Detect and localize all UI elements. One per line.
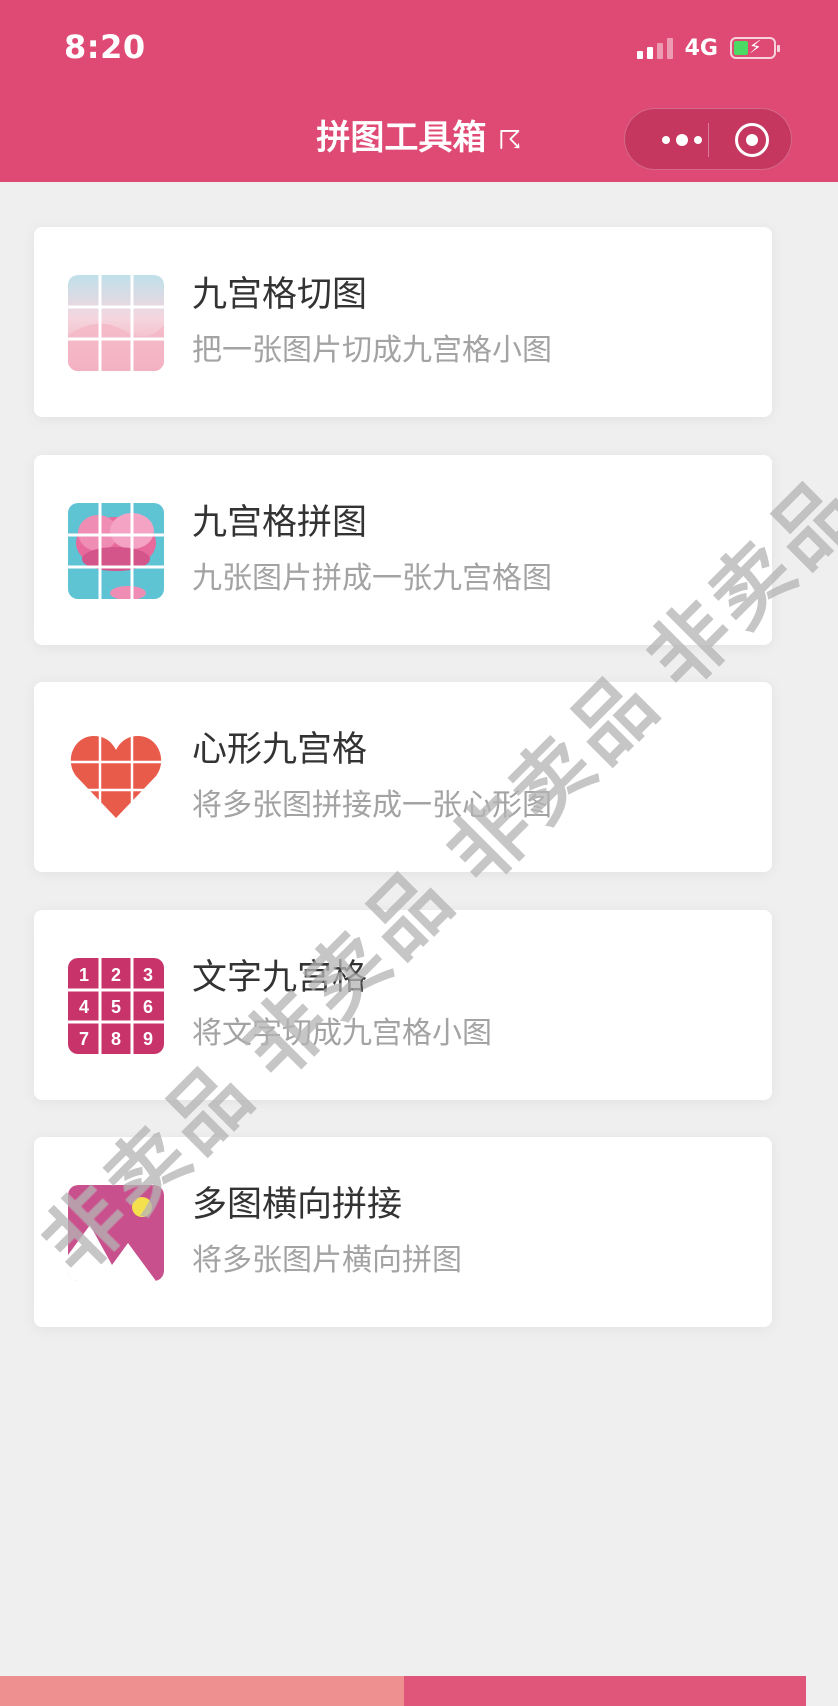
tool-card-nine-grid-collage[interactable]: 九宫格拼图 九张图片拼成一张九宫格图 xyxy=(34,455,772,645)
close-mini-program-button[interactable] xyxy=(735,123,769,157)
grid-number: 3 xyxy=(143,965,153,985)
tool-subtitle: 将文字切成九宫格小图 xyxy=(192,1016,492,1051)
bottom-tab-left[interactable] xyxy=(0,1676,404,1706)
battery-icon: ⚡ xyxy=(730,37,780,59)
tool-title: 九宫格拼图 xyxy=(192,503,368,543)
grid-number: 5 xyxy=(111,997,121,1017)
grid-number: 1 xyxy=(79,965,89,985)
bottom-tab-right[interactable] xyxy=(404,1676,806,1706)
grid-number: 9 xyxy=(143,1029,153,1049)
tool-card-text-grid[interactable]: 1 2 3 4 5 6 7 8 9 文字九宫格 将文字切成九宫格小图 xyxy=(34,910,772,1100)
grid-number: 6 xyxy=(143,997,153,1017)
number-grid-icon: 1 2 3 4 5 6 7 8 9 xyxy=(68,958,164,1054)
tool-card-nine-grid-cut[interactable]: 九宫格切图 把一张图片切成九宫格小图 xyxy=(34,227,772,417)
grid-number: 7 xyxy=(79,1029,89,1049)
nav-header: 8:20 4G ⚡ 拼图工具箱 ☈ xyxy=(0,0,838,182)
signal-icon xyxy=(636,37,673,59)
network-type: 4G xyxy=(684,35,718,61)
tool-subtitle: 将多张图拼接成一张心形图 xyxy=(192,788,552,823)
bottom-bar xyxy=(0,1676,806,1706)
status-indicators: 4G ⚡ xyxy=(636,33,780,63)
tool-card-heart-grid[interactable]: 心形九宫格 将多张图拼接成一张心形图 xyxy=(34,682,772,872)
tool-title: 九宫格切图 xyxy=(192,275,368,315)
grid-number: 8 xyxy=(111,1029,121,1049)
status-time: 8:20 xyxy=(64,28,146,66)
tool-subtitle: 九张图片拼成一张九宫格图 xyxy=(192,561,552,596)
mini-program-capsule xyxy=(624,108,792,170)
tool-title: 文字九宫格 xyxy=(192,958,368,998)
tool-title: 多图横向拼接 xyxy=(192,1185,403,1225)
tool-card-horizontal-stitch[interactable]: 多图横向拼接 将多张图片横向拼图 xyxy=(34,1137,772,1327)
tool-subtitle: 将多张图片横向拼图 xyxy=(192,1243,462,1278)
nine-grid-collage-icon xyxy=(68,503,164,599)
grid-number: 4 xyxy=(79,997,89,1017)
image-stitch-icon xyxy=(68,1185,164,1281)
more-menu-button[interactable] xyxy=(651,123,713,157)
grid-number: 2 xyxy=(111,965,121,985)
tool-title: 心形九宫格 xyxy=(192,730,368,770)
tool-subtitle: 把一张图片切成九宫格小图 xyxy=(192,333,552,368)
heart-grid-icon xyxy=(68,730,164,826)
title-glyph: ☈ xyxy=(498,126,522,156)
nine-grid-cut-icon xyxy=(68,275,164,371)
